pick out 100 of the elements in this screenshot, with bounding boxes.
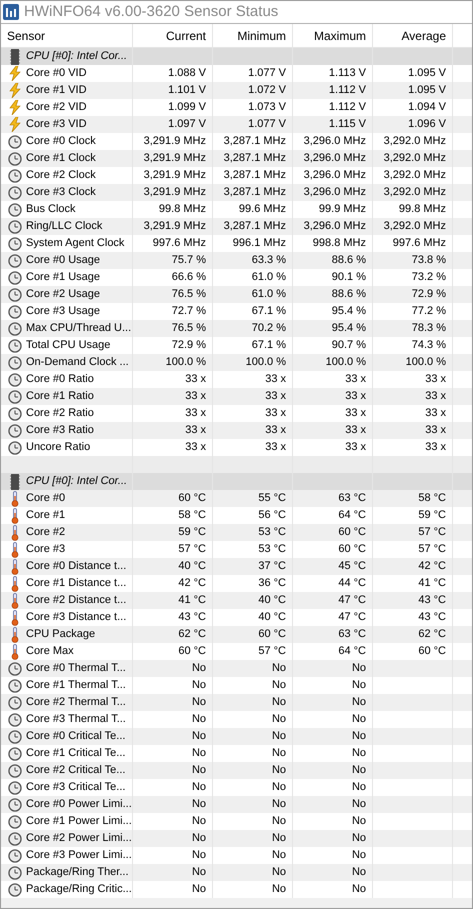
table-cell-text: 43 °C — [418, 610, 446, 625]
table-cell-text: 62 °C — [178, 627, 206, 642]
table-cell-text: 41 °C — [178, 593, 206, 608]
table-cell-text: 56 °C — [258, 508, 286, 523]
sensor-name: Uncore Ratio — [26, 440, 90, 455]
table-cell-text: 3,287.1 MHz — [224, 134, 286, 149]
column-header[interactable]: Average — [373, 24, 453, 47]
table-cell-text: No — [352, 780, 366, 795]
sensor-name: Core #1 Critical Te... — [26, 746, 126, 761]
table-cell-text: 33 x — [185, 389, 206, 404]
table-cell-text: 60 °C — [178, 644, 206, 659]
sensor-name: Package/Ring Ther... — [26, 865, 129, 880]
sensor-name: Core #0 — [26, 491, 66, 506]
table-cell-text: 1.099 V — [168, 100, 206, 115]
table-cell-text: 43 °C — [418, 593, 446, 608]
table-cell-text: 33 x — [185, 372, 206, 387]
table-cell-text: 3,291.9 MHz — [144, 151, 206, 166]
table-cell-text: No — [272, 712, 286, 727]
table-cell-text: 3,296.0 MHz — [304, 168, 366, 183]
table-cell-text: 3,296.0 MHz — [304, 185, 366, 200]
table-cell-text: 33 x — [185, 423, 206, 438]
column-header[interactable]: Minimum — [213, 24, 293, 47]
table-cell-text: No — [272, 763, 286, 778]
table-cell-text: 37 °C — [258, 559, 286, 574]
table-cell-text: No — [352, 729, 366, 744]
table-cell-text: 41 °C — [418, 576, 446, 591]
table-cell-text: 75.7 % — [172, 253, 206, 268]
sensor-name: Total CPU Usage — [26, 338, 110, 353]
table-cell-text: No — [192, 746, 206, 761]
column-header[interactable]: Current — [133, 24, 213, 47]
table-cell-text: 72.9 % — [412, 287, 446, 302]
table-cell-text: No — [352, 746, 366, 761]
table-cell-text: 33 x — [345, 440, 366, 455]
table-cell-text: 57 °C — [178, 542, 206, 557]
table-cell-text: 3,291.9 MHz — [144, 134, 206, 149]
table-cell-text: 33 x — [265, 440, 286, 455]
sensor-name: Core #0 Clock — [26, 134, 96, 149]
sensor-name: Package/Ring Critic... — [26, 882, 132, 897]
table-cell-text: 90.7 % — [332, 338, 366, 353]
table-cell-text: No — [192, 814, 206, 829]
table-cell-text: 58 °C — [178, 508, 206, 523]
sensor-name: Core #3 Power Limi... — [26, 848, 132, 863]
lightning-icon — [9, 100, 21, 115]
table-cell-text: 33 x — [425, 440, 446, 455]
table-cell-text: 3,292.0 MHz — [384, 185, 446, 200]
table-cell-text: 997.6 MHz — [392, 236, 446, 251]
table-cell-text: No — [272, 746, 286, 761]
table-cell-text: 40 °C — [258, 593, 286, 608]
sensor-name: Core #3 VID — [26, 117, 87, 132]
table-cell-text: 47 °C — [338, 610, 366, 625]
table-cell-text: 33 x — [265, 372, 286, 387]
table-cell-text: 45 °C — [338, 559, 366, 574]
table-cell-text: 1.088 V — [168, 66, 206, 81]
table-cell-text: 36 °C — [258, 576, 286, 591]
table-cell-text: 3,296.0 MHz — [304, 151, 366, 166]
column-header[interactable]: Maximum — [293, 24, 373, 47]
table-cell-text: 42 °C — [178, 576, 206, 591]
table-cell-text: 78.3 % — [412, 321, 446, 336]
sensor-name: System Agent Clock — [26, 236, 124, 251]
sensor-name: Core #2 VID — [26, 100, 87, 115]
sensor-name: Bus Clock — [26, 202, 76, 217]
table-cell-text: 60 °C — [258, 627, 286, 642]
table-cell-text: 3,287.1 MHz — [224, 151, 286, 166]
table-cell-text: 88.6 % — [332, 253, 366, 268]
table-cell-text: 61.0 % — [252, 287, 286, 302]
table-cell-text: 3,296.0 MHz — [304, 219, 366, 234]
table-cell-text: 1.072 V — [248, 83, 286, 98]
window-title: HWiNFO64 v6.00-3620 Sensor Status — [24, 2, 278, 22]
table-cell-text: 3,292.0 MHz — [384, 219, 446, 234]
table-cell-text: 63.3 % — [252, 253, 286, 268]
table-cell-text: 64 °C — [338, 508, 366, 523]
table-cell-text: 3,292.0 MHz — [384, 134, 446, 149]
table-cell-text: 58 °C — [418, 491, 446, 506]
table-cell-text: 63 °C — [338, 627, 366, 642]
table-cell-text: No — [272, 831, 286, 846]
table-cell-text: No — [352, 712, 366, 727]
table-cell-text: 61.0 % — [252, 270, 286, 285]
table-cell-text: No — [192, 797, 206, 812]
table-cell-text: No — [192, 729, 206, 744]
table-cell-text: 3,292.0 MHz — [384, 151, 446, 166]
group-label: CPU [#0]: Intel Cor... — [26, 49, 128, 64]
table-cell-text: 99.9 MHz — [318, 202, 366, 217]
table-cell-text: 57 °C — [418, 525, 446, 540]
clock-icon — [8, 882, 22, 896]
table-cell-text: 33 x — [265, 423, 286, 438]
table-cell-text: No — [192, 712, 206, 727]
table-cell-text: 60 °C — [418, 644, 446, 659]
table-cell-text: 53 °C — [258, 525, 286, 540]
table-cell-text: 3,291.9 MHz — [144, 168, 206, 183]
table-cell-text: 1.095 V — [408, 66, 446, 81]
table-cell-text: 33 x — [345, 423, 366, 438]
sensor-name: Core #2 Clock — [26, 168, 96, 183]
sensor-name: Core #1 Distance t... — [26, 576, 126, 591]
table-cell-text: 3,287.1 MHz — [224, 185, 286, 200]
table-cell-text: No — [272, 695, 286, 710]
sensor-name: Ring/LLC Clock — [26, 219, 102, 234]
column-header[interactable]: Sensor — [1, 24, 133, 47]
table-cell-text: 33 x — [185, 406, 206, 421]
sensor-name: Core #3 — [26, 542, 66, 557]
table-cell-text: 60 °C — [338, 525, 366, 540]
